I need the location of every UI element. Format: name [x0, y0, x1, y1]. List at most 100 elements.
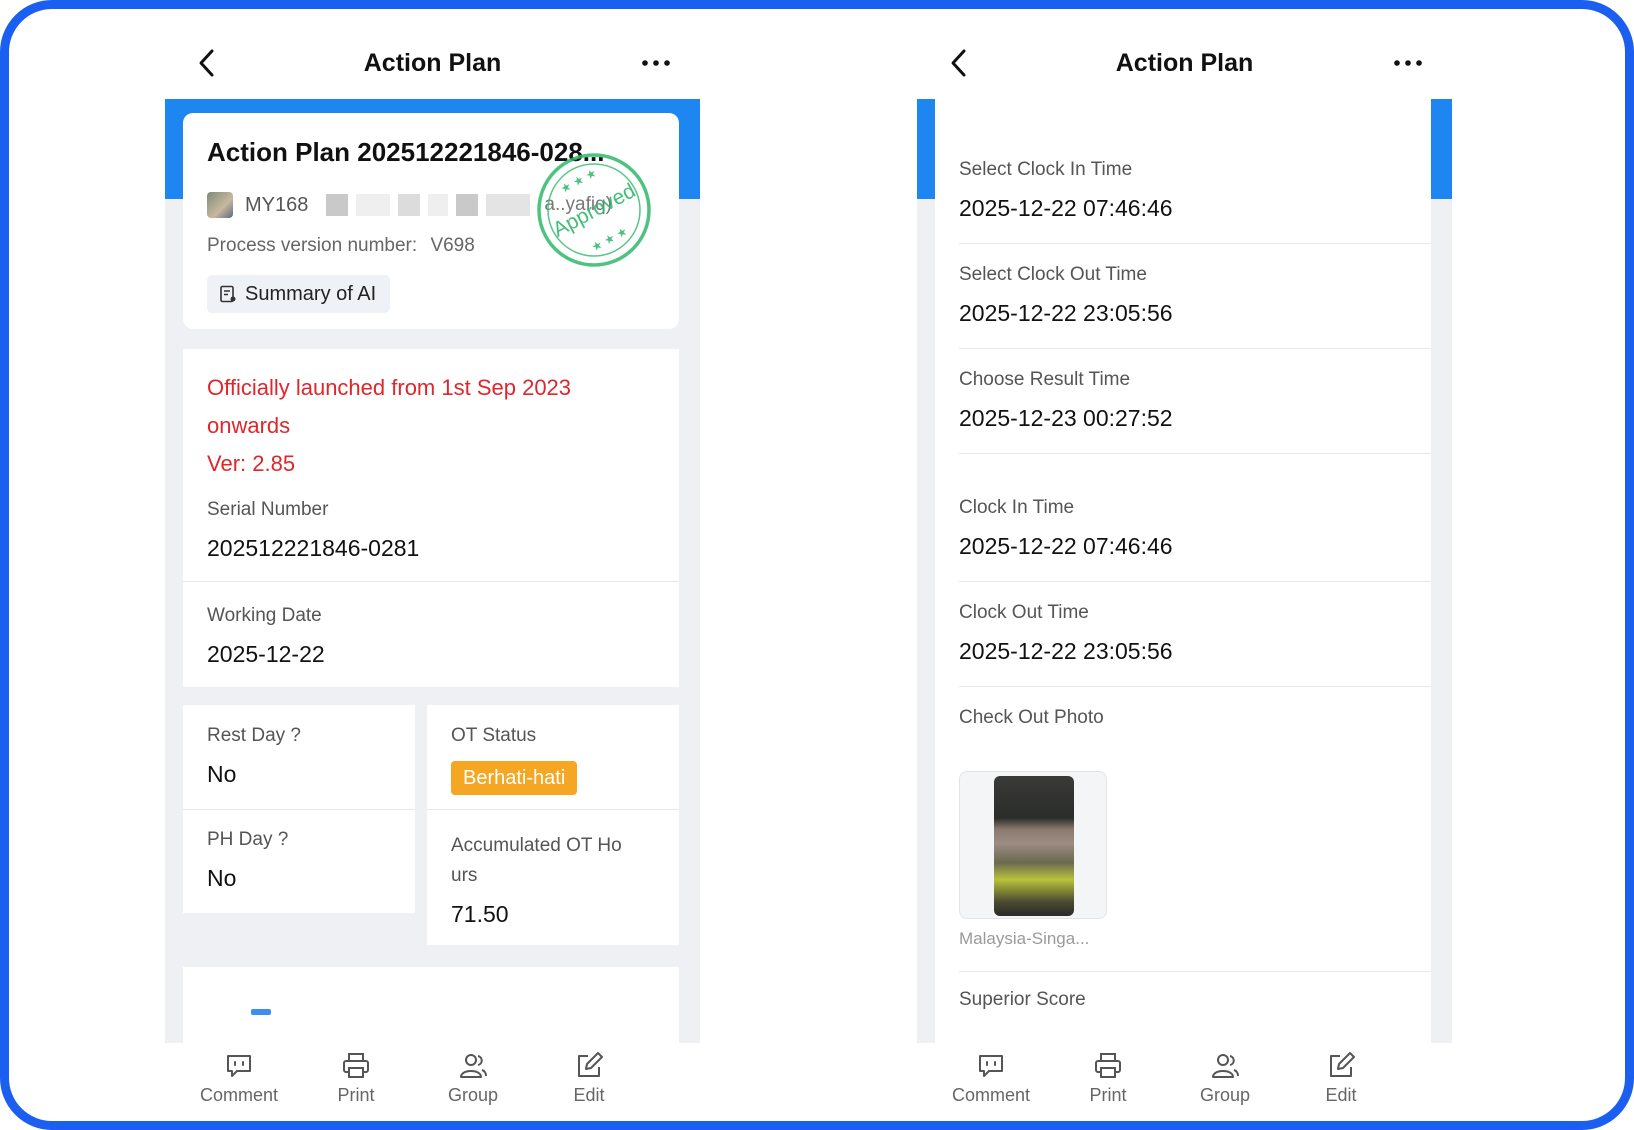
group-icon [1212, 1054, 1239, 1078]
divider [183, 809, 415, 810]
divider [959, 348, 1431, 349]
select-clock-in-label: Select Clock In Time [959, 159, 1133, 180]
svg-text:★ ★ ★: ★ ★ ★ [558, 166, 599, 197]
clock-out-value: 2025-12-22 23:05:56 [959, 638, 1173, 664]
redacted-block [356, 194, 391, 216]
rest-day-value: No [207, 761, 237, 787]
header-band [1431, 99, 1452, 199]
divider [183, 581, 679, 582]
divider [959, 686, 1431, 687]
edit-label: Edit [1325, 1085, 1357, 1105]
group-button[interactable]: Group [1175, 1051, 1275, 1106]
result-time-value: 2025-12-23 00:27:52 [959, 405, 1173, 431]
approved-stamp: Approved ★ ★ ★ ★ ★ ★ [537, 153, 651, 267]
photo-location-caption: Malaysia-Singa... [959, 929, 1090, 948]
comment-button[interactable]: Comment [189, 1051, 289, 1106]
scroll-content[interactable]: Select Clock In Time 2025-12-22 07:46:46… [917, 99, 1452, 1043]
bottom-toolbar: Comment Print Group Edit [917, 1043, 1452, 1121]
print-label: Print [337, 1085, 375, 1105]
check-out-photo[interactable] [959, 771, 1107, 919]
printer-icon [343, 1053, 369, 1078]
comment-button[interactable]: Comment [941, 1051, 1041, 1106]
edit-label: Edit [573, 1085, 605, 1105]
working-date-value: 2025-12-22 [207, 641, 325, 667]
ai-summary-button[interactable]: Summary of AI [207, 275, 391, 313]
more-button[interactable] [1392, 51, 1424, 75]
rest-day-label: Rest Day ? [207, 725, 301, 746]
document-icon [220, 285, 236, 303]
redacted-block [486, 194, 531, 216]
accumulated-ot-value: 71.50 [451, 901, 509, 927]
ot-status-label: OT Status [451, 725, 537, 746]
printer-icon [1095, 1053, 1121, 1078]
nav-bar: Action Plan [917, 35, 1452, 95]
avatar [207, 192, 233, 218]
redacted-block [326, 194, 349, 216]
serial-number-label: Serial Number [207, 499, 329, 520]
edit-icon [1330, 1052, 1355, 1077]
more-dots-icon [1394, 60, 1422, 66]
divider [959, 243, 1431, 244]
plan-header-card: Action Plan 202512221846-028... MY168 a.… [183, 113, 679, 329]
ai-summary-label: Summary of AI [245, 282, 377, 305]
divider [959, 581, 1431, 582]
notice-line: Officially launched from 1st Sep 2023 [207, 375, 572, 400]
redacted-block [456, 194, 479, 216]
divider [959, 453, 1431, 454]
redacted-block [428, 194, 449, 216]
select-clock-in-value: 2025-12-22 07:46:46 [959, 195, 1173, 221]
select-clock-out-value: 2025-12-22 23:05:56 [959, 300, 1173, 326]
working-date-label: Working Date [207, 605, 322, 626]
notice-version: Ver: 2.85 [207, 451, 296, 476]
comment-label: Comment [199, 1085, 279, 1105]
check-out-photo-label: Check Out Photo [959, 707, 1104, 728]
more-dots-icon [642, 60, 670, 66]
group-button[interactable]: Group [423, 1051, 523, 1106]
group-label: Group [1199, 1085, 1251, 1105]
version-value: V698 [430, 235, 475, 256]
screenshot-frame: Action Plan Action Plan 202512221846-028… [0, 0, 1634, 1130]
partial-icon [251, 1009, 271, 1015]
result-time-label: Choose Result Time [959, 369, 1131, 390]
group-icon [460, 1054, 487, 1078]
print-button[interactable]: Print [1058, 1051, 1158, 1106]
version-label: Process version number: [207, 235, 418, 256]
comment-icon [227, 1055, 251, 1077]
select-clock-out-label: Select Clock Out Time [959, 264, 1147, 285]
accumulated-ot-label: Accumulated OT Ho urs [451, 831, 622, 891]
user-code: MY168 [245, 193, 309, 216]
edit-button[interactable]: Edit [1291, 1051, 1391, 1106]
clock-in-label: Clock In Time [959, 497, 1075, 518]
edit-button[interactable]: Edit [539, 1051, 639, 1106]
clock-in-value: 2025-12-22 07:46:46 [959, 533, 1173, 559]
page-title: Action Plan [363, 49, 502, 77]
next-card-partial [183, 967, 679, 1043]
comment-label: Comment [951, 1085, 1031, 1105]
ph-day-value: No [207, 865, 237, 891]
redacted-block [398, 194, 421, 216]
ot-card: OT Status Berhati-hati Accumulated OT Ho… [427, 705, 679, 945]
more-button[interactable] [640, 51, 672, 75]
superior-score-label: Superior Score [959, 989, 1086, 1010]
divider [959, 971, 1431, 972]
photo-thumbnail [994, 776, 1074, 916]
accumulated-ot-label-line: urs [451, 865, 478, 886]
group-label: Group [447, 1085, 499, 1105]
notice-line: onwards [207, 413, 291, 438]
plan-info-card: Officially launched from 1st Sep 2023 on… [183, 349, 679, 687]
svg-text:★ ★ ★: ★ ★ ★ [589, 224, 630, 255]
left-screen: Action Plan Action Plan 202512221846-028… [165, 9, 700, 1121]
launch-notice: Officially launched from 1st Sep 2023 on… [207, 369, 647, 483]
scroll-content[interactable]: Action Plan 202512221846-028... MY168 a.… [165, 99, 700, 1043]
day-type-card: Rest Day ? No PH Day ? No [183, 705, 415, 913]
serial-number-value: 202512221846-0281 [207, 535, 420, 561]
accumulated-ot-label-line: Accumulated OT Ho [451, 835, 622, 856]
clock-out-label: Clock Out Time [959, 602, 1089, 623]
edit-icon [578, 1052, 603, 1077]
bottom-toolbar: Comment Print Group Edit [165, 1043, 700, 1121]
process-version: Process version number: V698 [207, 235, 475, 257]
print-button[interactable]: Print [306, 1051, 406, 1106]
comment-icon [979, 1055, 1003, 1077]
ot-status-badge: Berhati-hati [451, 761, 578, 795]
ph-day-label: PH Day ? [207, 829, 289, 850]
